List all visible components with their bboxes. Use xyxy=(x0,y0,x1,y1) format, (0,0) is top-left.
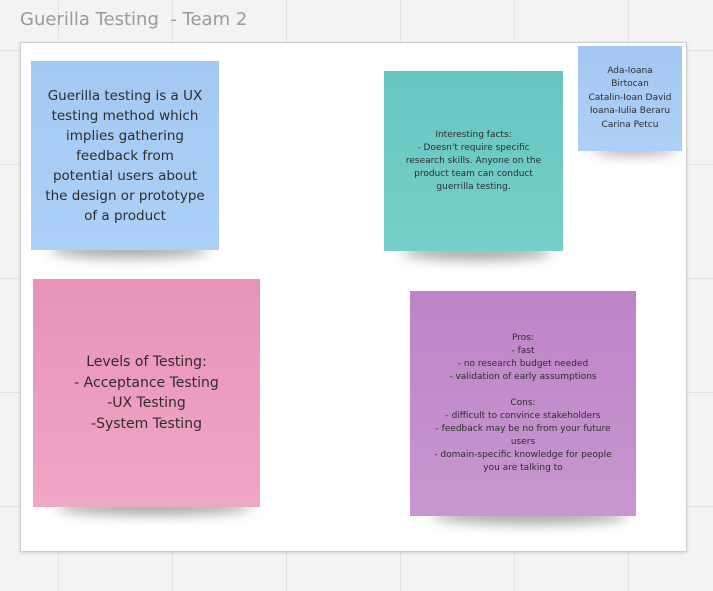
sticky-note-team-text: Ada-Ioana Birtocan Catalin-Ioan David Io… xyxy=(588,65,672,130)
sticky-note-levels-of-testing[interactable]: Levels of Testing: - Acceptance Testing … xyxy=(33,279,260,507)
board-title: Guerilla Testing - Team 2 xyxy=(20,9,248,30)
sticky-note-interesting-facts[interactable]: Interesting facts: - Doesn't require spe… xyxy=(384,71,563,251)
sticky-note-definition-text: Guerilla testing is a UX testing method … xyxy=(45,87,205,224)
sticky-note-definition[interactable]: Guerilla testing is a UX testing method … xyxy=(31,61,219,250)
sticky-note-team-members[interactable]: Ada-Ioana Birtocan Catalin-Ioan David Io… xyxy=(578,46,682,151)
sticky-note-pros-cons[interactable]: Pros: - fast - no research budget needed… xyxy=(410,291,636,516)
sticky-note-facts-text: Interesting facts: - Doesn't require spe… xyxy=(405,129,542,192)
sticky-note-proscons-text: Pros: - fast - no research budget needed… xyxy=(434,333,612,473)
sticky-note-levels-text: Levels of Testing: - Acceptance Testing … xyxy=(74,354,219,432)
